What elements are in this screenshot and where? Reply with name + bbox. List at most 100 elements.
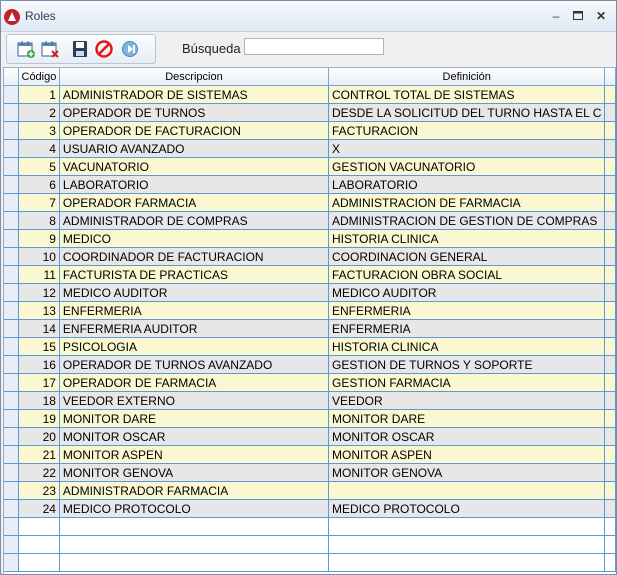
cell-definition[interactable] [328,535,606,554]
table-row[interactable]: 8 ADMINISTRADOR DE COMPRAS ADMINISTRACION … [4,211,616,230]
cell-code[interactable]: 18 [18,391,60,410]
cell-code[interactable]: 19 [18,409,60,428]
cell-description[interactable]: ENFERMERIA [59,301,330,320]
row-selector[interactable] [4,121,19,140]
row-selector[interactable] [4,319,19,338]
table-row[interactable]: 7 OPERADOR FARMACIA ADMINISTRACION DE FARM… [4,193,616,212]
cell-description[interactable]: VACUNATORIO [59,157,330,176]
save-icon[interactable] [70,39,90,59]
cell-definition[interactable]: ENFERMERIA [328,301,606,320]
table-row[interactable]: 24 MEDICO PROTOCOLO MEDICO PROTOCOLO [4,499,616,518]
cell-code[interactable]: 20 [18,427,60,446]
cell-code[interactable]: 1 [18,85,60,104]
cell-definition[interactable]: MEDICO AUDITOR [328,283,606,302]
table-row[interactable]: 21 MONITOR ASPEN MONITOR ASPEN [4,445,616,464]
cell-description[interactable] [59,517,330,536]
cell-definition[interactable]: MONITOR OSCAR [328,427,606,446]
row-selector[interactable] [4,301,19,320]
table-row[interactable]: 10 COORDINADOR DE FACTURACION COORDINACION… [4,247,616,266]
cell-code[interactable]: 3 [18,121,60,140]
row-selector[interactable] [4,535,19,554]
cell-code[interactable]: 5 [18,157,60,176]
table-row[interactable]: 12 MEDICO AUDITOR MEDICO AUDITOR [4,283,616,302]
row-selector[interactable] [4,175,19,194]
row-selector[interactable] [4,391,19,410]
cell-definition[interactable]: GESTION VACUNATORIO [328,157,606,176]
cell-code[interactable]: 14 [18,319,60,338]
cell-definition[interactable]: CONTROL TOTAL DE SISTEMAS [328,85,606,104]
row-selector[interactable] [4,283,19,302]
cell-description[interactable]: MEDICO [59,229,330,248]
row-selector[interactable] [4,481,19,500]
cell-description[interactable]: MONITOR OSCAR [59,427,330,446]
cell-definition[interactable] [328,517,606,536]
row-selector[interactable] [4,373,19,392]
cell-description[interactable]: FACTURISTA DE PRACTICAS [59,265,330,284]
table-row[interactable]: 16 OPERADOR DE TURNOS AVANZADO GESTION DE … [4,355,616,374]
cell-code[interactable]: 21 [18,445,60,464]
cell-code[interactable]: 17 [18,373,60,392]
table-row[interactable]: 13 ENFERMERIA ENFERMERIA [4,301,616,320]
cell-code[interactable]: 8 [18,211,60,230]
cell-description[interactable]: OPERADOR FARMACIA [59,193,330,212]
cell-definition[interactable]: HISTORIA CLINICA [328,337,606,356]
table-row[interactable]: 19 MONITOR DARE MONITOR DARE [4,409,616,428]
maximize-icon[interactable] [568,7,588,25]
cell-description[interactable]: VEEDOR EXTERNO [59,391,330,410]
cancel-icon[interactable] [94,39,114,59]
row-selector[interactable] [4,355,19,374]
new-record-icon[interactable] [16,39,36,59]
cell-description[interactable]: MONITOR GENOVA [59,463,330,482]
cell-description[interactable]: USUARIO AVANZADO [59,139,330,158]
cell-description[interactable]: MEDICO AUDITOR [59,283,330,302]
cell-code[interactable] [18,535,60,554]
table-row[interactable]: 20 MONITOR OSCAR MONITOR OSCAR [4,427,616,446]
row-selector[interactable] [4,445,19,464]
table-row[interactable]: 15 PSICOLOGIA HISTORIA CLINICA [4,337,616,356]
cell-definition[interactable]: MEDICO PROTOCOLO [328,499,606,518]
cell-code[interactable]: 23 [18,481,60,500]
cell-definition[interactable] [328,553,606,572]
cell-description[interactable]: MONITOR ASPEN [59,445,330,464]
cell-code[interactable]: 4 [18,139,60,158]
cell-description[interactable]: COORDINADOR DE FACTURACION [59,247,330,266]
cell-code[interactable]: 9 [18,229,60,248]
cell-definition[interactable]: GESTION DE TURNOS Y SOPORTE [328,355,606,374]
row-selector[interactable] [4,247,19,266]
delete-record-icon[interactable] [40,39,60,59]
row-selector[interactable] [4,85,19,104]
cell-description[interactable]: OPERADOR DE FARMACIA [59,373,330,392]
cell-code[interactable]: 22 [18,463,60,482]
cell-code[interactable]: 2 [18,103,60,122]
cell-description[interactable]: MEDICO PROTOCOLO [59,499,330,518]
cell-description[interactable]: PSICOLOGIA [59,337,330,356]
row-selector[interactable] [4,553,19,572]
minimize-icon[interactable]: ‒ [546,7,566,25]
table-row[interactable]: 14 ENFERMERIA AUDITOR ENFERMERIA [4,319,616,338]
cell-definition[interactable]: COORDINACION GENERAL [328,247,606,266]
cell-definition[interactable]: DESDE LA SOLICITUD DEL TURNO HASTA EL C [328,103,606,122]
cell-code[interactable]: 13 [18,301,60,320]
cell-code[interactable]: 16 [18,355,60,374]
cell-description[interactable]: OPERADOR DE FACTURACION [59,121,330,140]
cell-description[interactable] [59,553,330,572]
header-code[interactable]: Código [18,68,60,86]
cell-description[interactable] [59,535,330,554]
cell-code[interactable]: 24 [18,499,60,518]
cell-code[interactable] [18,517,60,536]
cell-code[interactable]: 11 [18,265,60,284]
cell-definition[interactable]: MONITOR DARE [328,409,606,428]
cell-definition[interactable]: HISTORIA CLINICA [328,229,606,248]
table-row[interactable]: 17 OPERADOR DE FARMACIA GESTION FARMACIA [4,373,616,392]
row-selector[interactable] [4,409,19,428]
table-row[interactable]: 2 OPERADOR DE TURNOS DESDE LA SOLICITUD DE… [4,103,616,122]
cell-definition[interactable]: ENFERMERIA [328,319,606,338]
table-row[interactable]: 22 MONITOR GENOVA MONITOR GENOVA [4,463,616,482]
cell-definition[interactable] [328,481,606,500]
table-row[interactable]: 11 FACTURISTA DE PRACTICAS FACTURACION OBR… [4,265,616,284]
search-input[interactable] [244,38,384,55]
cell-definition[interactable]: ADMINISTRACION DE FARMACIA [328,193,606,212]
cell-description[interactable]: LABORATORIO [59,175,330,194]
row-selector[interactable] [4,337,19,356]
row-selector[interactable] [4,139,19,158]
